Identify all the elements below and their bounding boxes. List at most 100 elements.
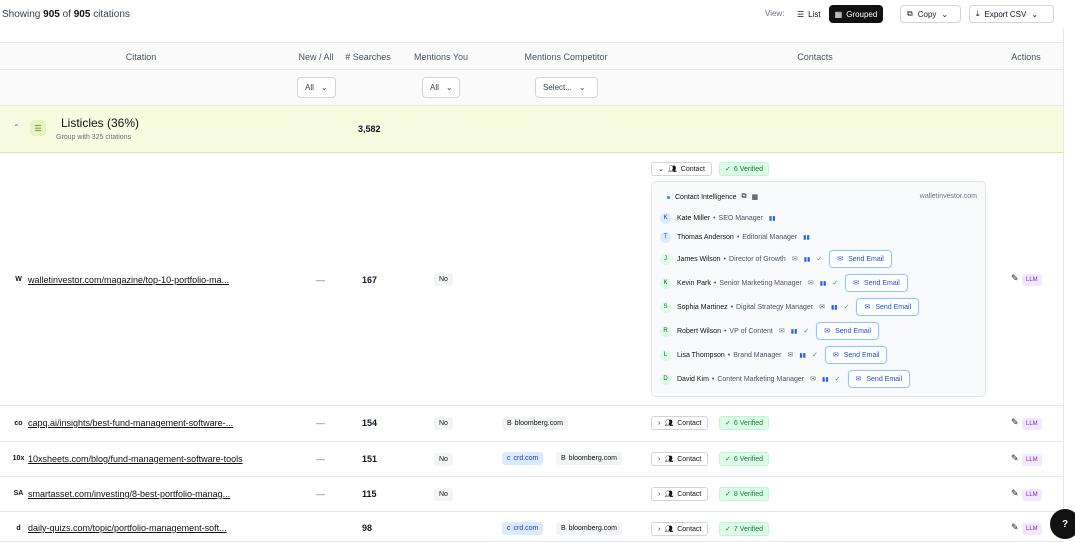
citation-link[interactable]: capq.ai/insights/best-fund-management-so… xyxy=(28,418,233,428)
llm-badge[interactable]: LLM xyxy=(1022,523,1042,535)
mail-icon[interactable]: ✉ xyxy=(819,303,825,311)
contact-toggle-button[interactable]: › 👥︎ Contact xyxy=(651,452,709,466)
linkedin-icon[interactable]: ▮▮ xyxy=(822,376,829,383)
contact-row: R Robert Wilson • VP of Content ✉ ▮▮ ✓ ✉ Send Em… xyxy=(660,322,879,340)
chevron-right-icon: › xyxy=(658,525,661,533)
status-dot xyxy=(667,195,670,199)
check-circle-icon: ✓ xyxy=(725,491,731,498)
citation-link[interactable]: smartasset.com/investing/8-best-portfoli… xyxy=(28,489,230,499)
verified-icon: ✓ xyxy=(811,352,818,359)
contact-toggle-button[interactable]: › 👥︎ Contact xyxy=(651,487,709,501)
contact-row: L Lisa Thompson • Brand Manager ✉ ▮▮ ✓ ✉ Send Em… xyxy=(660,346,888,364)
contact-toggle-button[interactable]: › 👥︎ Contact xyxy=(651,522,709,536)
contact-role: Brand Manager xyxy=(733,351,782,359)
column-header-contacts[interactable]: Contacts xyxy=(797,52,833,62)
contact-label: Contact xyxy=(677,490,702,498)
competitor-badge: B bloomberg.com xyxy=(502,417,568,430)
contact-row: S Sophia Martinez • Digital Strategy Manage… xyxy=(660,298,920,316)
linkedin-icon[interactable]: ▮▮ xyxy=(791,328,798,335)
contact-row: J James Wilson • Director of Growth ✉ ▮▮ ✓ ✉ Sen… xyxy=(660,250,892,268)
export-csv-button[interactable]: ⤓ Export CSV ⌄ xyxy=(969,5,1054,23)
column-header-mentions-competitor[interactable]: Mentions Competitor xyxy=(524,52,607,62)
chevron-down-icon: ⌄ xyxy=(1031,9,1039,19)
send-email-button[interactable]: ✉ Send Email xyxy=(829,250,892,268)
count-prefix: Showing xyxy=(2,9,41,20)
send-email-button[interactable]: ✉ Send Email xyxy=(816,322,879,340)
list-icon: ☰ xyxy=(797,9,805,19)
contact-role: Senior Marketing Manager xyxy=(719,279,802,287)
column-header-searches[interactable]: # Searches xyxy=(345,52,391,62)
scrollbar[interactable] xyxy=(1063,28,1064,531)
new-all-value: — xyxy=(316,489,325,499)
citation-link[interactable]: daily-quizs.com/topic/portfolio-manageme… xyxy=(28,523,227,533)
send-email-button[interactable]: ✉ Send Email xyxy=(856,298,920,316)
competitor-filter[interactable]: Select... ⌄ xyxy=(535,77,598,98)
edit-icon[interactable]: ✎ xyxy=(1011,488,1019,499)
help-button[interactable]: ? xyxy=(1050,509,1075,539)
question-icon: ? xyxy=(1061,518,1069,530)
linkedin-icon[interactable]: ▮▮ xyxy=(803,234,810,241)
linkedin-icon[interactable]: ▮▮ xyxy=(769,215,776,222)
linkedin-icon[interactable]: ▮▮ xyxy=(804,256,811,263)
column-header-new-all[interactable]: New / All xyxy=(298,52,333,62)
citation-link[interactable]: 10xsheets.com/blog/fund-management-softw… xyxy=(28,454,243,464)
table-row: SA smartasset.com/investing/8-best-portf… xyxy=(0,477,1064,512)
citation-link[interactable]: walletinvestor.com/magazine/top-10-portf… xyxy=(28,275,229,285)
table-row: d daily-quizs.com/topic/portfolio-manage… xyxy=(0,512,1064,542)
verified-icon: ✓ xyxy=(832,280,839,287)
llm-badge[interactable]: LLM xyxy=(1022,418,1042,430)
list-view-label: List xyxy=(808,9,821,19)
table-icon[interactable]: ▦ xyxy=(751,193,758,201)
contact-row: K Kevin Park • Senior Marketing Manager ✉ ▮▮ ✓… xyxy=(660,274,908,292)
new-all-filter[interactable]: All ⌄ xyxy=(297,77,336,98)
edit-icon[interactable]: ✎ xyxy=(1011,417,1019,428)
llm-badge[interactable]: LLM xyxy=(1022,489,1042,501)
competitor-filter-placeholder: Select... xyxy=(543,83,572,92)
edit-icon[interactable]: ✎ xyxy=(1011,522,1019,533)
send-email-button[interactable]: ✉ Send Email xyxy=(845,274,908,292)
count-total: 905 xyxy=(73,9,91,20)
copy-icon[interactable]: ⧉ xyxy=(741,193,746,201)
list-view-button[interactable]: ☰ List xyxy=(791,5,827,23)
contact-role: VP of Content xyxy=(729,327,773,335)
send-email-button[interactable]: ✉ Send Email xyxy=(847,370,911,388)
avatar: K xyxy=(660,277,671,289)
edit-icon[interactable]: ✎ xyxy=(1011,273,1019,284)
linkedin-icon[interactable]: ▮▮ xyxy=(820,280,827,287)
searches-value: 154 xyxy=(362,418,378,428)
mail-icon[interactable]: ✉ xyxy=(810,375,816,383)
send-email-button[interactable]: ✉ Send Email xyxy=(824,346,888,364)
users-icon: 👥︎ xyxy=(664,420,674,427)
panel-domain: walletinvestor.com xyxy=(919,193,977,200)
contact-label: Contact xyxy=(680,165,705,173)
column-header-mentions-you[interactable]: Mentions You xyxy=(414,52,468,62)
competitor-badge: c crd.com xyxy=(502,522,544,535)
group-row[interactable]: ⌃ ☰ Listicles (36%) Group with 325 citat… xyxy=(0,106,1064,153)
contact-label: Contact xyxy=(677,419,702,427)
chevron-up-icon[interactable]: ⌃ xyxy=(13,123,20,132)
linkedin-icon[interactable]: ▮▮ xyxy=(831,304,838,311)
mail-icon[interactable]: ✉ xyxy=(808,279,814,287)
filter-row: All ⌄ All ⌄ Select... ⌄ xyxy=(0,70,1064,106)
mail-icon[interactable]: ✉ xyxy=(779,327,785,335)
verified-count: 8 Verified xyxy=(733,490,764,498)
copy-button[interactable]: ⧉ Copy ⌄ xyxy=(900,5,961,23)
avatar: T xyxy=(660,231,671,243)
mail-icon[interactable]: ✉ xyxy=(792,255,798,263)
panel-title: Contact Intelligence ⧉ ▦ xyxy=(667,193,758,201)
column-header-citation[interactable]: Citation xyxy=(126,52,157,62)
contact-toggle-button[interactable]: › 👥︎ Contact xyxy=(651,416,709,430)
llm-badge[interactable]: LLM xyxy=(1022,274,1042,286)
contact-role: Editorial Manager xyxy=(742,233,798,241)
linkedin-icon[interactable]: ▮▮ xyxy=(799,352,806,359)
mail-icon[interactable]: ✉ xyxy=(787,351,793,359)
verified-badge: ✓ 6 Verified xyxy=(719,452,770,466)
grouped-view-button[interactable]: ▦ Grouped xyxy=(828,5,884,23)
separator-dot: • xyxy=(711,375,715,383)
contact-toggle-button[interactable]: ⌄ 👥︎ Contact xyxy=(651,162,712,176)
edit-icon[interactable]: ✎ xyxy=(1011,453,1019,464)
mentions-you-filter-value: All xyxy=(430,83,439,92)
mentions-you-filter[interactable]: All ⌄ xyxy=(422,77,460,98)
separator-dot: • xyxy=(723,327,727,335)
llm-badge[interactable]: LLM xyxy=(1022,454,1042,466)
